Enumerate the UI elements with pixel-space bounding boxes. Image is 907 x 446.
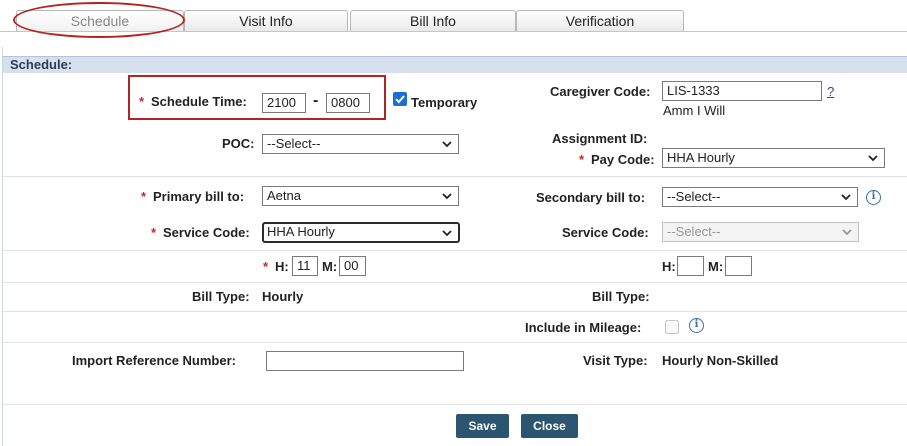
secondary-bill-type-label: Bill Type: — [592, 289, 650, 304]
bill-type-value: Hourly — [262, 289, 304, 304]
chevron-down-icon — [442, 141, 452, 148]
row-divider — [3, 342, 907, 343]
primary-bill-label: Primary bill to: — [153, 189, 245, 204]
caregiver-help-link[interactable]: ? — [827, 84, 834, 99]
minutes-input[interactable]: 00 — [339, 256, 366, 276]
secondary-hours-label: H: — [662, 259, 676, 274]
required-marker: * — [141, 189, 147, 204]
chevron-down-icon — [841, 194, 851, 201]
temporary-label: Temporary — [411, 95, 478, 110]
row-divider — [3, 404, 907, 405]
schedule-end-input[interactable]: 0800 — [326, 93, 370, 113]
primary-bill-select[interactable]: Aetna — [262, 186, 459, 206]
secondary-service-code-select[interactable]: --Select-- — [662, 222, 859, 242]
temporary-checkbox[interactable] — [393, 92, 407, 106]
section-title: Schedule: — [10, 57, 73, 72]
service-code-select-value: HHA Hourly — [267, 224, 335, 239]
secondary-bill-select[interactable]: --Select-- — [662, 187, 858, 207]
include-mileage-checkbox[interactable] — [665, 320, 679, 334]
highlight-oval — [13, 2, 185, 38]
secondary-service-code-select-value: --Select-- — [667, 224, 721, 239]
secondary-minutes-input[interactable] — [725, 256, 752, 276]
required-marker: * — [263, 259, 269, 274]
visit-type-value: Hourly Non-Skilled — [662, 353, 779, 368]
visit-type-label: Visit Type: — [583, 353, 648, 368]
checkmark-icon — [395, 95, 405, 104]
service-code-label: Service Code: — [163, 225, 250, 240]
schedule-time-separator: - — [313, 92, 319, 109]
service-code-select[interactable]: HHA Hourly — [262, 222, 460, 243]
chevron-down-icon — [442, 230, 452, 237]
schedule-time-label: Schedule Time: — [151, 94, 247, 109]
minutes-label: M: — [322, 259, 338, 274]
info-icon[interactable]: i — [689, 318, 704, 333]
required-marker: * — [579, 152, 585, 167]
tab-verification[interactable]: Verification — [516, 10, 684, 31]
import-reference-label: Import Reference Number: — [72, 353, 236, 368]
caregiver-code-input[interactable]: LIS-1333 — [662, 81, 822, 101]
close-button[interactable]: Close — [521, 414, 578, 438]
poc-select-value: --Select-- — [267, 136, 321, 151]
secondary-hours-input[interactable] — [677, 256, 704, 276]
poc-label: POC: — [222, 136, 255, 151]
poc-select[interactable]: --Select-- — [262, 134, 459, 154]
hours-label: H: — [275, 259, 289, 274]
secondary-bill-label: Secondary bill to: — [536, 190, 646, 205]
secondary-bill-select-value: --Select-- — [667, 189, 721, 204]
include-mileage-label: Include in Mileage: — [525, 320, 642, 335]
assignment-id-label: Assignment ID: — [552, 131, 648, 146]
row-divider — [3, 311, 907, 312]
save-button[interactable]: Save — [456, 414, 509, 438]
schedule-start-input[interactable]: 2100 — [262, 93, 306, 113]
row-divider — [3, 176, 907, 177]
caregiver-name: Amm I Will — [663, 103, 726, 118]
secondary-minutes-label: M: — [708, 259, 724, 274]
pay-code-select-value: HHA Hourly — [667, 150, 735, 165]
hours-input[interactable]: 11 — [292, 256, 318, 276]
chevron-down-icon — [842, 229, 852, 236]
required-marker: * — [151, 225, 157, 240]
info-icon[interactable]: i — [866, 190, 881, 205]
row-divider — [3, 250, 907, 251]
chevron-down-icon — [442, 193, 452, 200]
primary-bill-select-value: Aetna — [267, 188, 301, 203]
pay-code-label: Pay Code: — [591, 152, 655, 167]
chevron-down-icon — [868, 155, 878, 162]
row-divider — [3, 282, 907, 283]
section-header — [3, 56, 907, 73]
bill-type-label: Bill Type: — [192, 289, 250, 304]
secondary-service-code-label: Service Code: — [562, 225, 649, 240]
pay-code-select[interactable]: HHA Hourly — [662, 148, 885, 168]
tab-visit-info[interactable]: Visit Info — [184, 10, 348, 31]
required-marker: * — [139, 94, 145, 109]
caregiver-code-label: Caregiver Code: — [550, 84, 651, 99]
tab-bill-info[interactable]: Bill Info — [350, 10, 516, 31]
import-reference-input[interactable] — [266, 351, 464, 371]
